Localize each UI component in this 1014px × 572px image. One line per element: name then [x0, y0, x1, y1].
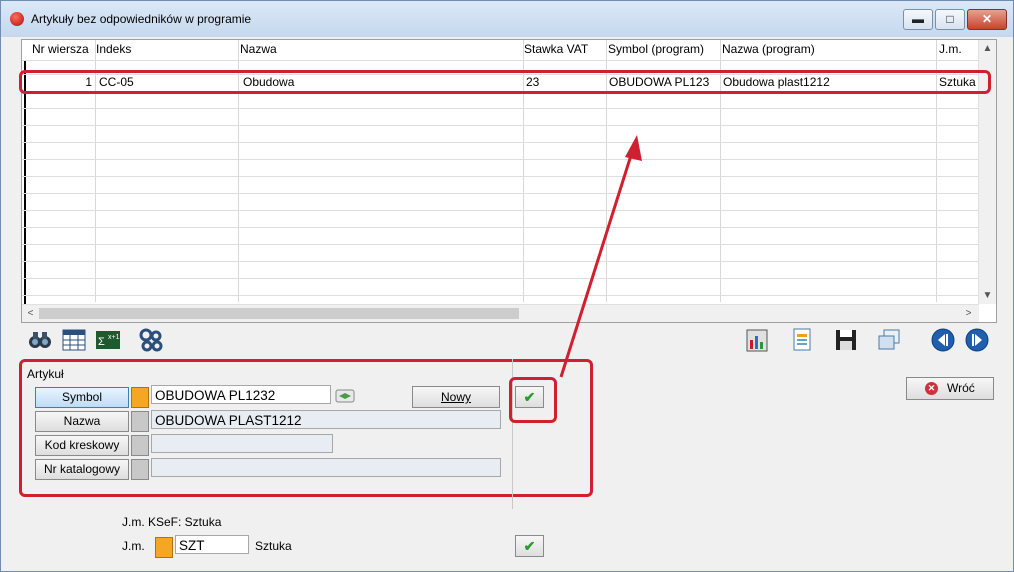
- row-line: [22, 210, 978, 211]
- row-line: [22, 108, 978, 109]
- row-line: [22, 295, 978, 296]
- binoculars-icon[interactable]: [27, 327, 53, 353]
- minimize-button[interactable]: ▬: [903, 9, 933, 30]
- svg-text:x+1: x+1: [108, 334, 120, 341]
- header-nazwa[interactable]: Nazwa: [240, 42, 520, 56]
- close-icon: ✕: [981, 12, 993, 26]
- svg-text:Σ: Σ: [98, 336, 105, 348]
- save-icon[interactable]: [833, 327, 859, 353]
- app-icon: [10, 12, 24, 26]
- row-line: [22, 227, 978, 228]
- header-stawka-vat[interactable]: Stawka VAT: [524, 42, 604, 56]
- close-x-icon: ✕: [925, 382, 938, 395]
- jm-confirm-button[interactable]: ✔: [515, 535, 544, 557]
- jm-description: Sztuka: [255, 539, 292, 553]
- highlight-form-box: [19, 359, 593, 497]
- row-line: [22, 60, 978, 61]
- minimize-icon: ▬: [912, 12, 924, 26]
- header-nr-wiersza[interactable]: Nr wiersza: [32, 42, 94, 56]
- highlight-row-box: [19, 70, 991, 94]
- header-nazwa-program[interactable]: Nazwa (program): [722, 42, 934, 56]
- client-area: Nr wiersza Indeks Nazwa Stawka VAT Symbo…: [9, 37, 1005, 563]
- previous-icon[interactable]: [930, 327, 956, 353]
- row-line: [22, 159, 978, 160]
- row-line: [22, 142, 978, 143]
- horizontal-scrollbar[interactable]: < >: [22, 304, 979, 322]
- maximize-button[interactable]: □: [935, 9, 965, 30]
- jm-input[interactable]: SZT: [175, 535, 249, 554]
- row-line: [22, 193, 978, 194]
- scroll-left-arrow[interactable]: <: [22, 305, 39, 322]
- ksef-unit-label: J.m. KSeF: Sztuka: [122, 515, 222, 529]
- scroll-right-arrow[interactable]: >: [960, 305, 977, 322]
- row-line: [22, 261, 978, 262]
- horizontal-scroll-thumb[interactable]: [39, 308, 519, 319]
- wroc-button[interactable]: ✕ Wróć: [906, 377, 994, 400]
- sum-formula-icon[interactable]: Σ x+1: [95, 327, 121, 353]
- row-line: [22, 176, 978, 177]
- next-icon[interactable]: [964, 327, 990, 353]
- scroll-up-arrow[interactable]: ▲: [979, 40, 996, 57]
- header-symbol-program[interactable]: Symbol (program): [608, 42, 720, 56]
- wroc-label: Wróć: [947, 381, 975, 395]
- row-indicator: [24, 60, 26, 304]
- row-line: [22, 125, 978, 126]
- grid-header: Nr wiersza Indeks Nazwa Stawka VAT Symbo…: [22, 40, 978, 60]
- jm-label: J.m.: [122, 539, 145, 553]
- main-window: Artykuły bez odpowiedników w programie ▬…: [0, 0, 1014, 572]
- table-grid-icon[interactable]: [61, 327, 87, 353]
- maximize-icon: □: [946, 12, 954, 26]
- jm-lookup-icon[interactable]: [155, 537, 173, 558]
- document-icon[interactable]: [789, 327, 815, 353]
- chart-icon[interactable]: [744, 327, 770, 353]
- scroll-down-arrow[interactable]: ▼: [979, 287, 996, 304]
- annotation-arrow: [559, 135, 642, 378]
- window-title: Artykuły bez odpowiedników w programie: [31, 12, 252, 26]
- header-indeks[interactable]: Indeks: [96, 42, 236, 56]
- row-line: [22, 278, 978, 279]
- close-button[interactable]: ✕: [967, 9, 1007, 30]
- title-bar: Artykuły bez odpowiedników w programie ▬…: [1, 1, 1013, 37]
- header-jm[interactable]: J.m.: [939, 42, 977, 56]
- gears-icon[interactable]: [138, 327, 164, 353]
- windows-icon[interactable]: [876, 327, 902, 353]
- row-line: [22, 244, 978, 245]
